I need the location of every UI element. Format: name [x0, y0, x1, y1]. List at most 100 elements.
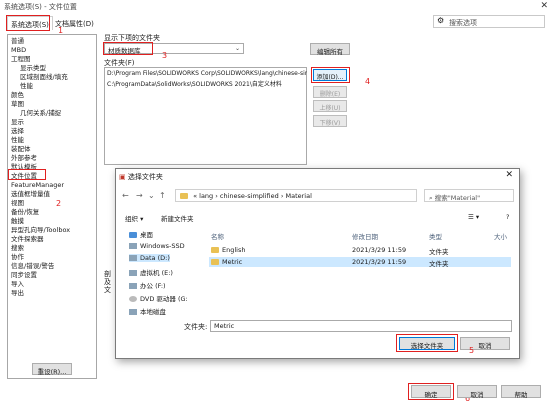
dialog-title-text: 选择文件夹: [127, 173, 163, 181]
nav-item-data-d[interactable]: Data (D:): [129, 254, 170, 262]
file-type: 文件夹: [429, 260, 449, 268]
annotation-box-6: [408, 383, 454, 400]
annotation-box-3: [103, 42, 153, 55]
path-prefix: «: [193, 192, 198, 200]
folder-icon: [180, 193, 188, 199]
solidworks-icon: ▣: [119, 173, 126, 181]
path-segment[interactable]: lang: [199, 192, 213, 200]
tree-item-display[interactable]: 显示: [11, 118, 24, 126]
tree-item-featuremanager[interactable]: FeatureManager: [11, 181, 64, 189]
column-date[interactable]: 修改日期: [352, 231, 378, 241]
up-folder-icon[interactable]: ↑: [159, 191, 166, 200]
file-row-metric[interactable]: Metric 2021/3/29 11:59 文件夹: [209, 257, 511, 268]
partial-label: 文: [104, 286, 111, 294]
folder-field-label: 文件夹:: [184, 323, 208, 331]
window-titlebar: 系统选项(S) - 文件位置 ✕: [0, 0, 554, 14]
nav-item-local-disk[interactable]: 本地磁盘: [129, 306, 166, 316]
dialog-search-input[interactable]: ⌕ 搜索"Material": [424, 189, 514, 202]
tree-item-spin-box-increments[interactable]: 选值框增量值: [11, 190, 50, 198]
column-name[interactable]: 名称: [211, 231, 224, 241]
forward-icon[interactable]: →: [136, 191, 143, 200]
folder-name-field[interactable]: Metric: [210, 320, 512, 332]
file-name: Metric: [222, 258, 243, 266]
navigation-pane: 桌面 Windows-SSD Data (D:) 虚拟机 (E:) 办公 (F:…: [119, 227, 199, 317]
tree-item-backup-recover[interactable]: 备份/恢复: [11, 208, 39, 216]
tree-item-view[interactable]: 视图: [11, 199, 24, 207]
path-segment[interactable]: chinese-simplified: [220, 192, 279, 200]
folder-list-item[interactable]: D:\Program Files\SOLIDWORKS Corp\SOLIDWO…: [107, 70, 307, 77]
tree-item-performance[interactable]: 性能: [11, 136, 24, 144]
tree-item-area-hatch[interactable]: 区域剖面线/填充: [20, 73, 68, 81]
delete-button[interactable]: 删除(E): [313, 86, 347, 98]
tree-item-colors[interactable]: 颜色: [11, 91, 24, 99]
tree-item-file-explorer[interactable]: 文件探索器: [11, 235, 44, 243]
nav-item-dvd-g[interactable]: DVD 驱动器 (G:: [129, 293, 188, 303]
search-input[interactable]: ⚙ 搜索选项: [433, 15, 545, 28]
column-size[interactable]: 大小: [494, 231, 507, 241]
view-options-icon[interactable]: ☰ ▾: [468, 213, 479, 221]
dialog-title: ▣ 选择文件夹: [119, 172, 163, 182]
tree-item-relations-snaps[interactable]: 几何关系/捕捉: [20, 109, 61, 117]
new-folder-button[interactable]: 新建文件夹: [161, 213, 194, 223]
help-icon[interactable]: ?: [506, 213, 509, 221]
tree-item-mbd[interactable]: MBD: [11, 46, 26, 54]
nav-item-windows-ssd[interactable]: Windows-SSD: [129, 242, 185, 250]
annotation-box-5: [396, 334, 458, 352]
annotation-number-5: 5: [469, 346, 475, 355]
annotation-number-4: 4: [365, 77, 371, 86]
file-name: English: [222, 246, 246, 254]
close-icon[interactable]: ✕: [540, 1, 548, 11]
chevron-down-icon: ⌄: [234, 45, 240, 52]
move-down-button[interactable]: 下移(V): [313, 115, 347, 127]
tree-item-display-style[interactable]: 显示类型: [20, 64, 46, 72]
help-button[interactable]: 帮助: [501, 385, 541, 399]
tree-item-search[interactable]: 搜索: [11, 244, 24, 252]
folder-list[interactable]: D:\Program Files\SOLIDWORKS Corp\SOLIDWO…: [104, 67, 307, 165]
dialog-search-placeholder: 搜索"Material": [434, 194, 481, 202]
organize-menu[interactable]: 组织 ▾: [125, 213, 143, 223]
annotation-box-4: [311, 67, 350, 83]
tree-item-hole-wizard-toolbox[interactable]: 异型孔向导/Toolbox: [11, 226, 70, 234]
annotation-box-1: [6, 15, 50, 31]
reset-button[interactable]: 重设(R)...: [32, 363, 72, 376]
tree-item-drawing-performance[interactable]: 性能: [20, 82, 33, 90]
dialog-cancel-button[interactable]: 取消: [460, 337, 510, 350]
gear-icon: ⚙: [437, 16, 445, 25]
select-folder-dialog: ▣ 选择文件夹 ✕ ← → ⌄ ↑ « lang › chinese-simpl…: [115, 168, 520, 359]
window-title: 系统选项(S) - 文件位置: [4, 3, 77, 11]
tree-item-export[interactable]: 导出: [11, 289, 24, 297]
path-segment[interactable]: Material: [286, 192, 312, 200]
nav-item-desktop[interactable]: 桌面: [129, 229, 153, 239]
dialog-close-icon[interactable]: ✕: [505, 170, 513, 180]
recent-locations-icon[interactable]: ⌄: [148, 191, 155, 200]
tree-item-general[interactable]: 普通: [11, 37, 24, 45]
search-placeholder: 搜索选项: [449, 19, 477, 27]
annotation-number-2: 2: [56, 199, 62, 208]
tree-item-import[interactable]: 导入: [11, 280, 24, 288]
address-bar[interactable]: « lang › chinese-simplified › Material: [175, 189, 417, 202]
tree-item-drawings[interactable]: 工程图: [11, 55, 31, 63]
cancel-button[interactable]: 取消: [457, 385, 497, 399]
tree-item-sync-settings[interactable]: 同步设置: [11, 271, 37, 279]
tree-item-messages-errors-warnings[interactable]: 信息/错误/警告: [11, 262, 54, 270]
tree-item-collaboration[interactable]: 协作: [11, 253, 24, 261]
tree-item-touch[interactable]: 触摸: [11, 217, 24, 225]
annotation-number-3: 3: [162, 51, 168, 60]
file-date: 2021/3/29 11:59: [352, 246, 407, 254]
file-row-english[interactable]: English 2021/3/29 11:59 文件夹: [209, 245, 511, 256]
move-up-button[interactable]: 上移(U): [313, 100, 347, 112]
nav-item-office-f[interactable]: 办公 (F:): [129, 280, 166, 290]
tree-item-selection[interactable]: 选择: [11, 127, 24, 135]
folder-list-item[interactable]: C:\ProgramData\SolidWorks\SOLIDWORKS 202…: [107, 79, 307, 88]
file-type: 文件夹: [429, 248, 449, 256]
options-tree: 普通 MBD 工程图 显示类型 区域剖面线/填充 性能 颜色 草图 几何关系/捕…: [7, 34, 97, 379]
file-date: 2021/3/29 11:59: [352, 258, 407, 266]
nav-item-vm-e[interactable]: 虚拟机 (E:): [129, 267, 173, 277]
tree-item-sketch[interactable]: 草图: [11, 100, 24, 108]
column-type[interactable]: 类型: [429, 231, 442, 241]
tree-item-assemblies[interactable]: 装配体: [11, 145, 31, 153]
tree-item-external-references[interactable]: 外部参考: [11, 154, 37, 162]
annotation-box-2: [8, 169, 46, 180]
back-icon[interactable]: ←: [122, 191, 129, 200]
edit-all-button[interactable]: 编辑所有: [310, 43, 350, 56]
